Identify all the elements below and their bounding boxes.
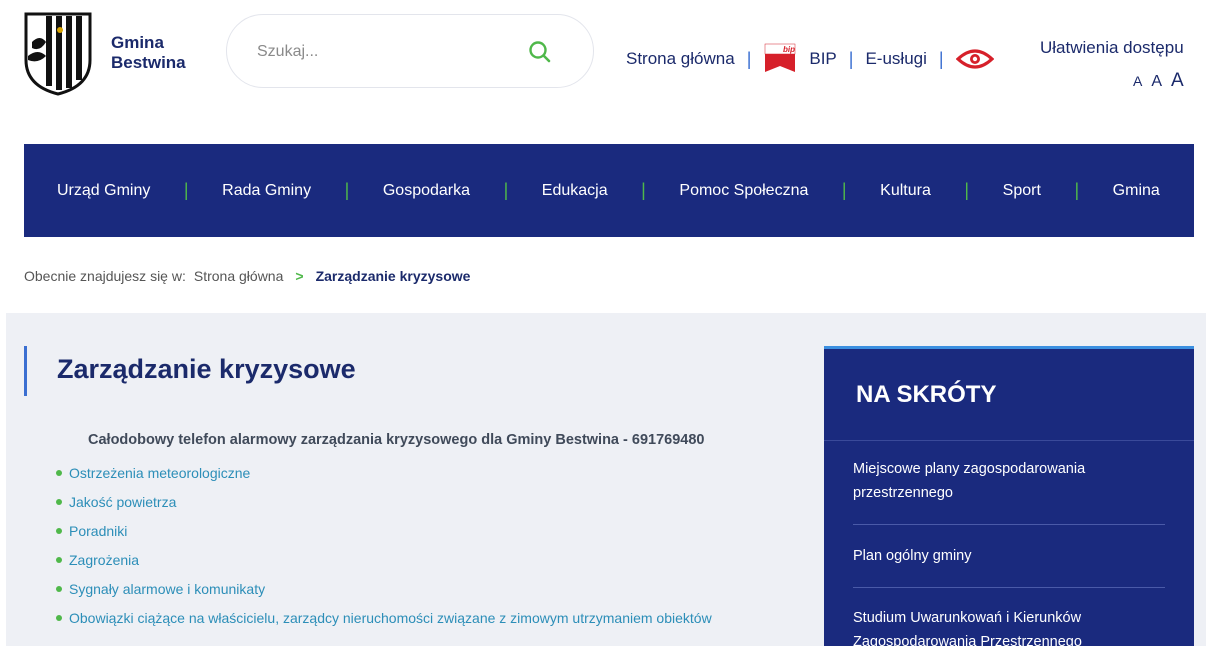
- sidebar-item-study[interactable]: Studium Uwarunkowań i Kierunków Zagospod…: [853, 588, 1165, 646]
- bip-icon[interactable]: bip: [763, 42, 797, 76]
- list-item: Sygnały alarmowe i komunikaty: [56, 574, 712, 603]
- sidebar-item-general-plan[interactable]: Plan ogólny gminy: [853, 525, 1165, 588]
- link-alarm-signals[interactable]: Sygnały alarmowe i komunikaty: [69, 576, 265, 602]
- link-winter-obligations[interactable]: Obowiązki ciążące na właścicielu, zarząd…: [69, 605, 712, 631]
- nav-item-gmina[interactable]: Gmina: [1113, 182, 1160, 200]
- breadcrumb-separator: >: [295, 268, 304, 284]
- topnav-home-link[interactable]: Strona główna: [626, 49, 735, 69]
- topnav-eservices-link[interactable]: E-usługi: [865, 49, 926, 69]
- link-threats[interactable]: Zagrożenia: [69, 547, 139, 573]
- page-title: Zarządzanie kryzysowe: [57, 354, 356, 384]
- font-size-small-button[interactable]: A: [1133, 73, 1142, 89]
- crisis-links-list: Ostrzeżenia meteorologiczne Jakość powie…: [56, 458, 712, 632]
- list-item: Ostrzeżenia meteorologiczne: [56, 458, 712, 487]
- site-logo-text[interactable]: Gmina Bestwina: [111, 33, 186, 73]
- list-item: Jakość powietrza: [56, 487, 712, 516]
- site-header: Gmina Bestwina Strona główna | bip BIP |…: [0, 0, 1206, 140]
- bullet-icon: [56, 469, 62, 476]
- nav-separator: |: [641, 180, 646, 200]
- accessibility-label[interactable]: Ułatwienia dostępu: [1040, 38, 1184, 58]
- nav-separator: |: [503, 180, 509, 200]
- main-navigation: Urząd Gminy | Rada Gminy | Gospodarka | …: [24, 144, 1194, 237]
- list-item: Poradniki: [56, 516, 712, 545]
- nav-item-kultura[interactable]: Kultura: [880, 182, 931, 200]
- svg-text:bip: bip: [783, 45, 795, 54]
- font-size-switcher: A A A: [1133, 70, 1184, 92]
- topnav-separator: |: [746, 48, 752, 69]
- top-navigation: Strona główna | bip BIP | E-usługi |: [626, 42, 1002, 76]
- search-input[interactable]: [257, 39, 527, 65]
- sidebar-list: Miejscowe plany zagospodarowania przestr…: [824, 441, 1194, 646]
- bullet-icon: [56, 527, 62, 534]
- nav-item-pomoc-spoleczna[interactable]: Pomoc Społeczna: [679, 182, 808, 200]
- link-weather-warnings[interactable]: Ostrzeżenia meteorologiczne: [69, 460, 250, 486]
- topnav-bip-link[interactable]: BIP: [809, 49, 836, 69]
- topnav-separator: |: [938, 48, 944, 69]
- bullet-icon: [56, 498, 62, 505]
- nav-separator: |: [344, 180, 350, 200]
- shortcuts-sidebar: NA SKRÓTY Miejscowe plany zagospodarowan…: [824, 346, 1194, 646]
- font-size-large-button[interactable]: A: [1171, 70, 1184, 92]
- bullet-icon: [56, 614, 62, 621]
- nav-separator: |: [841, 180, 847, 200]
- breadcrumb-prefix: Obecnie znajdujesz się w:: [24, 268, 186, 284]
- nav-item-sport[interactable]: Sport: [1003, 182, 1041, 200]
- bullet-icon: [56, 585, 62, 592]
- nav-item-urzad-gminy[interactable]: Urząd Gminy: [57, 182, 150, 200]
- eye-icon[interactable]: [955, 47, 994, 71]
- link-guides[interactable]: Poradniki: [69, 518, 127, 544]
- bullet-icon: [56, 556, 62, 563]
- breadcrumb-current: Zarządzanie kryzysowe: [315, 268, 471, 284]
- search-icon[interactable]: [527, 39, 553, 65]
- sidebar-item-local-plans[interactable]: Miejscowe plany zagospodarowania przestr…: [853, 441, 1165, 525]
- breadcrumb: Obecnie znajdujesz się w: Strona główna …: [24, 268, 470, 284]
- link-air-quality[interactable]: Jakość powietrza: [69, 489, 176, 515]
- logo-line-1: Gmina: [111, 33, 164, 52]
- breadcrumb-home-link[interactable]: Strona główna: [194, 268, 284, 284]
- sidebar-title: NA SKRÓTY: [824, 349, 1194, 441]
- nav-separator: |: [964, 180, 970, 200]
- nav-item-rada-gminy[interactable]: Rada Gminy: [222, 182, 311, 200]
- search-box: [226, 14, 594, 88]
- topnav-separator: |: [848, 48, 854, 69]
- nav-separator: |: [1074, 180, 1080, 200]
- title-accent-bar: [24, 346, 27, 396]
- logo-line-2: Bestwina: [111, 53, 186, 72]
- font-size-medium-button[interactable]: A: [1151, 73, 1162, 91]
- emergency-phone-text: Całodobowy telefon alarmowy zarządzania …: [88, 432, 705, 448]
- coat-of-arms-icon[interactable]: [24, 12, 92, 96]
- nav-separator: |: [183, 180, 189, 200]
- list-item: Zagrożenia: [56, 545, 712, 574]
- nav-item-gospodarka[interactable]: Gospodarka: [383, 182, 470, 200]
- list-item: Obowiązki ciążące na właścicielu, zarząd…: [56, 603, 712, 632]
- nav-item-edukacja[interactable]: Edukacja: [542, 182, 608, 200]
